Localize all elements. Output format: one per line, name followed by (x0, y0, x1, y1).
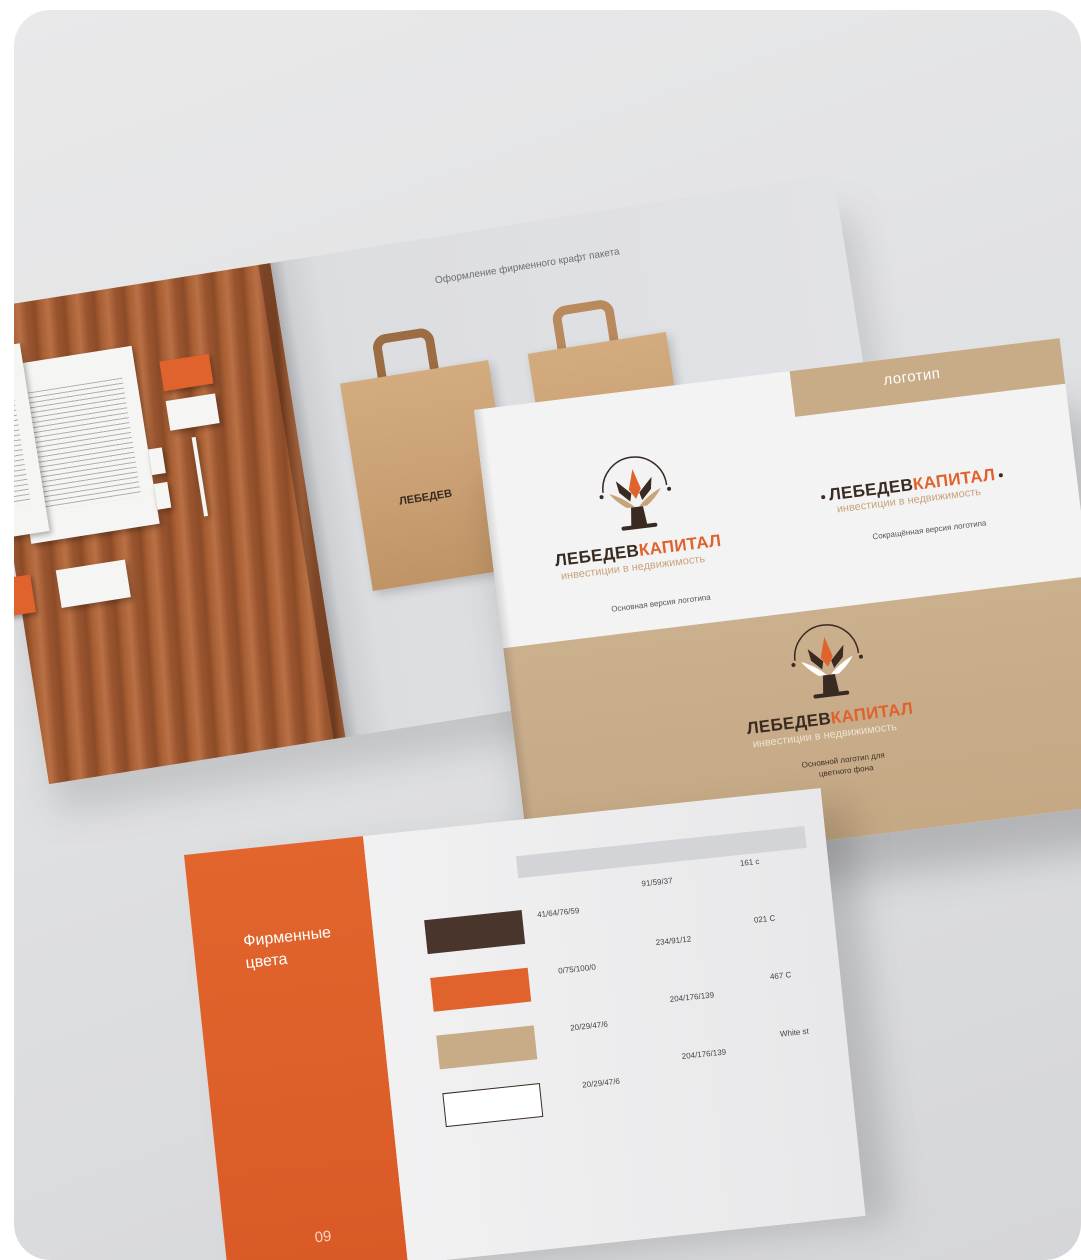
brochure-colors: Фирменные цвета 09 41/64/76/59 91/59/37 … (184, 788, 866, 1260)
eraser-item (147, 447, 166, 476)
colors-page-number: 09 (313, 1227, 333, 1247)
eraser-item (153, 481, 172, 510)
dot-icon (998, 472, 1004, 477)
mockup-frame: Оформление фирменного крафт пакета ЛЕБЕД… (14, 10, 1081, 1260)
pencil-item (191, 436, 209, 517)
tree-logo-icon (599, 456, 672, 531)
business-card-orange (159, 353, 214, 392)
bag-logo: ЛЕБЕДЕВ (398, 487, 453, 508)
dot-icon (820, 494, 826, 499)
business-card-orange (14, 574, 37, 618)
business-card-white (165, 393, 220, 431)
business-card-white (55, 559, 131, 608)
tree-logo-icon (791, 624, 863, 699)
